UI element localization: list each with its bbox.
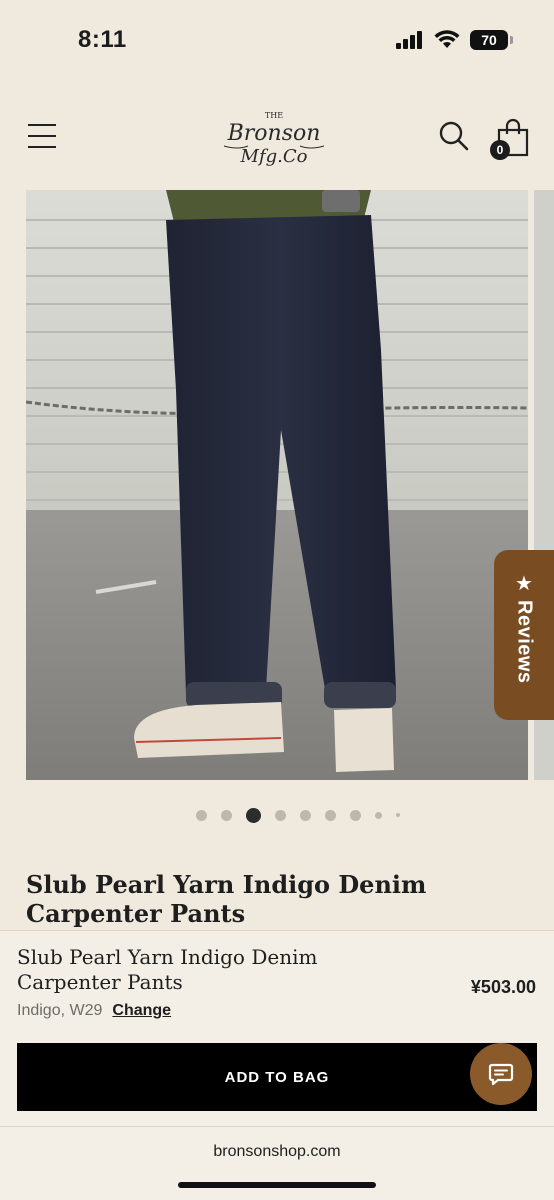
change-variant-link[interactable]: Change <box>112 1002 171 1020</box>
svg-text:Mfg.Co: Mfg.Co <box>240 146 308 167</box>
brand-logo[interactable]: THE Bronson Mfg.Co <box>218 106 330 170</box>
reviews-label: Reviews <box>513 600 536 684</box>
site-header: THE Bronson Mfg.Co 0 <box>0 96 554 182</box>
bag-count-badge: 0 <box>490 140 510 160</box>
browser-url[interactable]: bronsonshop.com <box>0 1143 554 1161</box>
home-indicator[interactable] <box>178 1182 376 1188</box>
gallery-dot[interactable] <box>350 809 361 821</box>
svg-text:Bronson: Bronson <box>227 121 321 146</box>
add-to-bag-button[interactable]: ADD TO BAG <box>17 1043 537 1111</box>
hamburger-menu-icon[interactable] <box>28 124 56 150</box>
reviews-tab[interactable]: ★ Reviews <box>494 550 554 720</box>
status-icons: 70 <box>396 30 513 50</box>
product-price: ¥503.00 <box>470 977 536 997</box>
signal-icon <box>396 31 422 49</box>
product-title: Slub Pearl Yarn Indigo Denim Carpenter P… <box>26 870 427 928</box>
svg-text:THE: THE <box>265 111 283 120</box>
gallery-dot[interactable] <box>396 813 400 817</box>
chat-button[interactable] <box>470 1043 532 1105</box>
gallery-dot[interactable] <box>300 809 311 821</box>
variant-text: Indigo, W29 <box>17 1002 103 1019</box>
gallery-dot-active[interactable] <box>246 807 261 823</box>
battery-icon: 70 <box>470 30 513 50</box>
star-icon: ★ <box>515 573 533 595</box>
gallery-dot[interactable] <box>275 809 286 821</box>
gallery-dot[interactable] <box>221 809 232 821</box>
gallery-dot[interactable] <box>375 811 382 819</box>
sticky-product-title: Slub Pearl Yarn Indigo Denim Carpenter P… <box>17 945 318 994</box>
browser-divider <box>0 1126 554 1127</box>
selected-variant: Indigo, W29 Change <box>17 1002 171 1020</box>
wifi-icon <box>434 30 460 48</box>
chat-icon <box>488 1063 514 1086</box>
gallery-dot[interactable] <box>196 809 207 821</box>
gallery-pagination <box>196 806 414 824</box>
gallery-dot[interactable] <box>325 809 336 821</box>
status-time: 8:11 <box>78 26 127 53</box>
search-icon[interactable] <box>438 120 470 152</box>
product-gallery[interactable] <box>0 190 554 780</box>
status-bar: 8:11 70 <box>0 0 554 84</box>
product-photo[interactable] <box>26 190 528 780</box>
